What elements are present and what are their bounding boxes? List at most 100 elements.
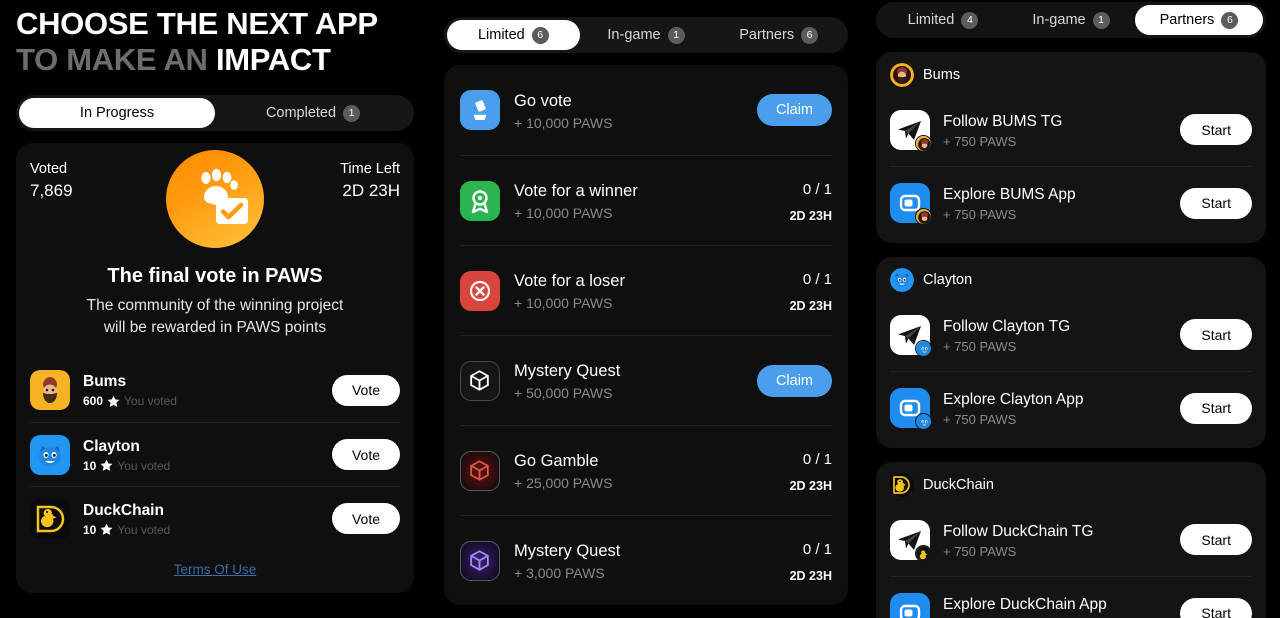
partner-category-tabs: Limited 4 In-game 1 Partners 6 — [876, 2, 1266, 38]
vote-row[interactable]: DuckChain 10 You voted Vote — [30, 486, 400, 550]
partner-task-row[interactable]: Follow BUMS TG + 750 PAWS Start — [890, 93, 1252, 166]
star-icon — [100, 523, 113, 536]
tab-partners[interactable]: Partners 6 — [712, 20, 845, 50]
project-voted-text: You voted — [117, 522, 171, 537]
partner-task-name: Explore Clayton App — [943, 391, 1084, 408]
right-column: Limited 4 In-game 1 Partners 6 Bums Foll… — [862, 0, 1280, 618]
quest-list: Go vote + 10,000 PAWS Claim Vote for a w… — [444, 65, 848, 605]
tab-partners-label: Partners — [739, 27, 795, 43]
start-button[interactable]: Start — [1180, 392, 1252, 424]
duckchain-avatar-badge — [915, 544, 932, 562]
quest-row[interactable]: Go vote + 10,000 PAWS Claim — [460, 65, 832, 155]
start-button[interactable]: Start — [1180, 524, 1252, 555]
paw-ballot-icon — [166, 150, 264, 248]
partner-task-name: Explore BUMS App — [943, 186, 1076, 203]
quest-row[interactable]: Mystery Quest + 3,000 PAWS 0 / 1 2D 23H — [460, 515, 832, 605]
quest-time-left: 2D 23H — [789, 478, 832, 493]
quest-progress: 0 / 1 — [802, 540, 832, 558]
start-button[interactable]: Start — [1180, 114, 1252, 145]
tab-partners-right[interactable]: Partners 6 — [1135, 5, 1263, 35]
vote-row-texts: Bums 600 You voted — [83, 372, 319, 408]
start-button[interactable]: Start — [1180, 187, 1252, 219]
headline-line-2-dim: TO MAKE AN — [16, 42, 216, 77]
partner-group-bums: Bums Follow BUMS TG + 750 PAWS Start Exp… — [876, 52, 1266, 243]
time-left-stat: Time Left 2D 23H — [340, 159, 400, 202]
clayton-avatar-badge — [915, 339, 932, 357]
tab-partners-right-label: Partners — [1159, 12, 1215, 28]
partner-task-texts: Follow BUMS TG + 750 PAWS — [943, 111, 1167, 149]
tab-limited-right[interactable]: Limited 4 — [879, 5, 1007, 35]
project-name: DuckChain — [83, 501, 164, 519]
start-button[interactable]: Start — [1180, 319, 1252, 350]
vote-row-texts: Clayton 10 You voted — [83, 437, 319, 473]
duckchain-app-icon — [30, 498, 70, 539]
bums-avatar — [890, 63, 914, 87]
quest-row[interactable]: Mystery Quest + 50,000 PAWS Claim — [460, 335, 832, 425]
partner-task-reward: + 750 PAWS — [943, 207, 1017, 222]
quest-progress: 0 / 1 — [802, 180, 832, 198]
quest-progress: 0 / 1 — [802, 450, 832, 468]
quest-name: Mystery Quest — [514, 362, 621, 380]
quest-row[interactable]: Vote for a winner + 10,000 PAWS 0 / 1 2D… — [460, 155, 832, 245]
partner-task-row[interactable]: Explore Clayton App + 750 PAWS Start — [890, 371, 1252, 444]
ballot-box-icon — [460, 90, 500, 130]
project-meta: 10 You voted — [83, 523, 319, 537]
partner-task-name: Follow Clayton TG — [943, 317, 1071, 335]
tab-completed[interactable]: Completed 1 — [215, 98, 411, 128]
tab-partners-badge: 6 — [801, 26, 819, 44]
start-button[interactable]: Start — [1180, 597, 1252, 618]
partner-task-texts: Follow DuckChain TG + 750 PAWS — [943, 521, 1167, 559]
tab-in-game-right-label: In-game — [1032, 12, 1086, 28]
quest-row[interactable]: Go Gamble + 25,000 PAWS 0 / 1 2D 23H — [460, 425, 832, 515]
tab-in-game[interactable]: In-game 1 — [580, 20, 713, 50]
tab-in-progress-label: In Progress — [79, 105, 155, 121]
vote-button[interactable]: Vote — [331, 374, 400, 406]
app-window-icon — [890, 593, 930, 618]
partner-task-reward: + 750 PAWS — [943, 338, 1017, 354]
middle-column: Limited 6 In-game 1 Partners 6 Go vote +… — [430, 0, 862, 618]
vote-button[interactable]: Vote — [331, 503, 400, 534]
tab-in-game-right[interactable]: In-game 1 — [1007, 5, 1135, 35]
quest-time-left: 2D 23H — [789, 208, 832, 223]
vote-card: Voted 7,869 Time Left 2D 23H The final v… — [16, 143, 414, 593]
claim-button[interactable]: Claim — [756, 364, 832, 397]
partner-task-row[interactable]: Explore DuckChain App + 750 PAWS Start — [890, 576, 1252, 618]
partner-task-row[interactable]: Explore BUMS App + 750 PAWS Start — [890, 166, 1252, 239]
claim-button[interactable]: Claim — [756, 94, 832, 126]
tab-limited[interactable]: Limited 6 — [447, 20, 580, 50]
quest-name: Go Gamble — [514, 452, 599, 470]
vote-row[interactable]: Clayton 10 You voted Vote — [30, 422, 400, 486]
tab-completed-label: Completed — [265, 105, 337, 121]
tab-completed-badge: 1 — [343, 104, 361, 122]
quest-texts: Mystery Quest + 50,000 PAWS — [514, 360, 743, 401]
quest-name: Go vote — [514, 91, 572, 110]
headline-accent: IMPACT — [215, 42, 331, 77]
partner-task-texts: Explore BUMS App + 750 PAWS — [943, 184, 1167, 222]
partner-task-texts: Explore Clayton App + 750 PAWS — [943, 389, 1167, 427]
quest-row[interactable]: Vote for a loser + 10,000 PAWS 0 / 1 2D … — [460, 245, 832, 335]
quest-status: 0 / 1 2D 23H — [774, 449, 832, 493]
project-name: Clayton — [83, 437, 140, 455]
quest-reward: + 10,000 PAWS — [514, 295, 613, 311]
tab-in-game-badge: 1 — [667, 26, 685, 44]
vote-row[interactable]: Bums 600 You voted Vote — [30, 358, 400, 422]
terms-of-use-link[interactable]: Terms Of Use — [16, 562, 414, 577]
vote-button[interactable]: Vote — [331, 439, 400, 470]
quest-texts: Vote for a loser + 10,000 PAWS — [514, 270, 760, 311]
partner-task-reward: + 750 PAWS — [943, 133, 1017, 149]
partner-group-header: Clayton — [890, 268, 1252, 298]
quest-status: 0 / 1 2D 23H — [774, 269, 832, 313]
voted-stat: Voted 7,869 — [30, 159, 73, 202]
project-name: Bums — [83, 373, 127, 390]
progress-tabs: In Progress Completed 1 — [16, 95, 414, 131]
quest-reward: + 3,000 PAWS — [514, 565, 605, 581]
partner-group-clayton: Clayton Follow Clayton TG + 750 PAWS Sta… — [876, 257, 1266, 448]
tab-in-progress[interactable]: In Progress — [19, 98, 215, 128]
partner-task-row[interactable]: Follow Clayton TG + 750 PAWS Start — [890, 298, 1252, 371]
quest-texts: Mystery Quest + 3,000 PAWS — [514, 540, 760, 581]
partner-task-row[interactable]: Follow DuckChain TG + 750 PAWS Start — [890, 503, 1252, 576]
headline-line-2: TO MAKE AN IMPACT — [16, 42, 414, 78]
left-column: CHOOSE THE NEXT APP TO MAKE AN IMPACT In… — [0, 0, 430, 618]
bums-avatar-badge — [915, 134, 932, 152]
quest-time-left: 2D 23H — [789, 568, 832, 583]
